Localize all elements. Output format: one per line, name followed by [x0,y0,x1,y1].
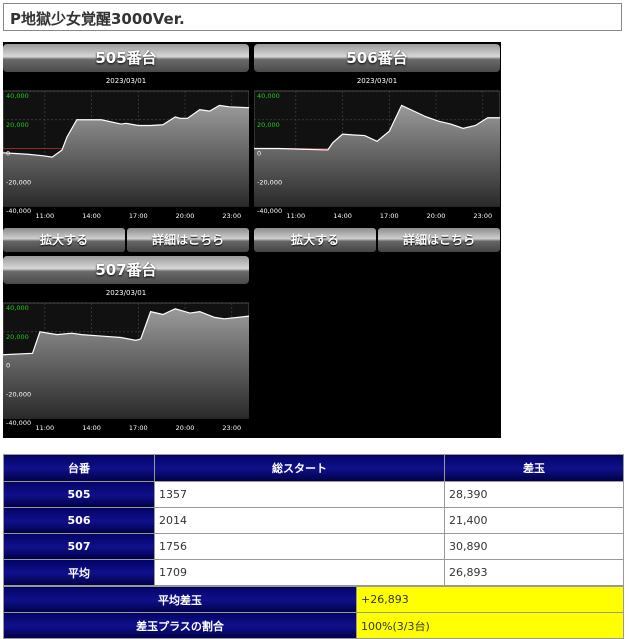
y-tick-label: 20,000 [6,121,29,129]
avg-label: 平均差玉 [3,586,357,613]
y-tick-label: -40,000 [257,207,282,215]
table-row: 505 1357 28,390 [3,481,624,508]
col-machine: 台番 [3,454,155,482]
x-tick-label: 23:00 [473,212,492,220]
stats-table: 台番 総スタート 差玉 505 1357 28,390 506 2014 21,… [3,454,624,586]
x-tick-label: 14:00 [82,424,101,432]
chart-date: 2023/03/01 [105,77,147,85]
machine-label: 506番台 [254,44,500,72]
chart-date: 2023/03/01 [105,289,147,297]
y-tick-label: 0 [6,362,10,370]
x-tick-label: 17:00 [129,424,148,432]
x-tick-label: 11:00 [35,212,54,220]
chart-506: 40,000 20,000 0 -20,000 -40,000 11:00 14:00 17:… [254,90,500,220]
row-diff: 30,890 [444,533,624,560]
zoom-button[interactable]: 拡大する [254,228,376,252]
row-label: 507 [3,533,155,560]
x-tick-label: 14:00 [82,212,101,220]
row-start: 1709 [154,559,445,586]
row-start: 1357 [154,481,445,508]
x-tick-label: 20:00 [427,212,446,220]
row-diff: 28,390 [444,481,624,508]
x-tick-label: 17:00 [380,212,399,220]
col-diff: 差玉 [444,454,624,482]
table-row: 507 1756 30,890 [3,533,624,560]
chart-507: 40,000 20,000 0 -20,000 -40,000 11:00 14:00 17:… [3,302,249,432]
x-tick-label: 20:00 [176,424,195,432]
y-tick-label: 20,000 [257,121,280,129]
x-tick-label: 17:00 [129,212,148,220]
row-diff: 26,893 [444,559,624,586]
x-tick-label: 23:00 [222,212,241,220]
y-tick-label: 40,000 [6,304,29,312]
y-tick-label: 20,000 [6,333,29,341]
row-label: 平均 [3,559,155,586]
detail-button[interactable]: 詳細はこちら [127,228,249,252]
avg-value: +26,893 [356,586,624,613]
y-tick-label: -40,000 [6,419,31,427]
detail-button[interactable]: 詳細はこちら [378,228,500,252]
y-tick-label: -40,000 [6,207,31,215]
x-tick-label: 11:00 [286,212,305,220]
zoom-button[interactable]: 拡大する [3,228,125,252]
chart-date: 2023/03/01 [356,77,398,85]
table-row: 平均 1709 26,893 [3,559,624,586]
x-tick-label: 23:00 [222,424,241,432]
y-tick-label: 0 [6,150,10,158]
summary-row: 差玉プラスの割合 100%(3/3台) [3,612,624,639]
table-header-row: 台番 総スタート 差玉 [3,454,624,482]
ratio-value: 100%(3/3台) [356,612,624,639]
row-label: 506 [3,507,155,534]
chart-505: 40,000 20,000 0 -20,000 -40,000 11:00 14:00 17:… [3,90,249,220]
row-diff: 21,400 [444,507,624,534]
y-tick-label: 40,000 [6,92,29,100]
table-row: 506 2014 21,400 [3,507,624,534]
machine-label: 507番台 [3,256,249,284]
summary-table: 平均差玉 +26,893 差玉プラスの割合 100%(3/3台) [3,586,624,639]
x-tick-label: 14:00 [333,212,352,220]
col-start: 総スタート [154,454,445,482]
page-title-box: P地獄少女覚醒3000Ver. [3,3,622,31]
x-tick-label: 20:00 [176,212,195,220]
x-tick-label: 11:00 [35,424,54,432]
row-start: 2014 [154,507,445,534]
y-tick-label: -20,000 [257,178,282,186]
chart-panel: 505番台 2023/03/01 40,000 20,000 0 -20,000 -40… [3,42,501,438]
machine-label: 505番台 [3,44,249,72]
y-tick-label: -20,000 [6,178,31,186]
row-label: 505 [3,481,155,508]
summary-row: 平均差玉 +26,893 [3,586,624,613]
ratio-label: 差玉プラスの割合 [3,612,357,639]
y-tick-label: 40,000 [257,92,280,100]
y-tick-label: 0 [257,150,261,158]
page-title: P地獄少女覚醒3000Ver. [10,10,185,28]
row-start: 1756 [154,533,445,560]
y-tick-label: -20,000 [6,390,31,398]
